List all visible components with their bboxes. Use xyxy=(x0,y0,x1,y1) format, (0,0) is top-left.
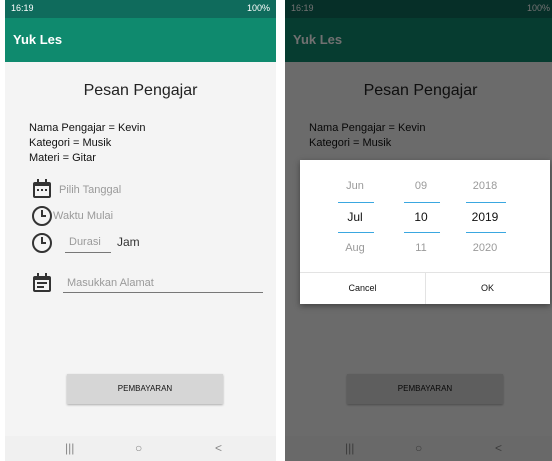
month-prev[interactable]: Jun xyxy=(330,180,380,192)
month-selection-line xyxy=(338,202,374,203)
year-selection-line xyxy=(466,232,506,233)
year-selected[interactable]: 2019 xyxy=(460,210,510,224)
clock-icon xyxy=(32,206,52,226)
nav-bar: ||| ○ < xyxy=(5,436,276,461)
day-prev[interactable]: 09 xyxy=(396,180,446,192)
pay-button[interactable]: PEMBAYARAN xyxy=(67,374,223,404)
year-selection-line xyxy=(466,202,506,203)
day-selected[interactable]: 10 xyxy=(396,210,446,224)
home-button[interactable]: ○ xyxy=(135,441,142,455)
app-bar: Yuk Les xyxy=(5,18,276,62)
ok-button[interactable]: OK xyxy=(425,272,550,304)
date-input[interactable]: Pilih Tanggal xyxy=(59,184,121,196)
address-underline xyxy=(63,292,263,293)
page-title: Pesan Pengajar xyxy=(83,82,198,99)
day-selection-line xyxy=(404,232,440,233)
cancel-button[interactable]: Cancel xyxy=(300,272,425,304)
day-selection-line xyxy=(404,202,440,203)
status-time: 16:19 xyxy=(11,3,34,13)
booking-form: Pesan Pengajar Nama Pengajar = Kevin Kat… xyxy=(5,62,276,436)
back-button[interactable]: < xyxy=(215,441,222,455)
duration-underline xyxy=(65,252,111,253)
address-icon xyxy=(33,273,51,292)
teacher-name: Nama Pengajar = Kevin xyxy=(29,122,146,134)
subject: Materi = Gitar xyxy=(29,152,96,164)
duration-unit: Jam xyxy=(117,235,140,249)
day-next[interactable]: 11 xyxy=(396,242,446,254)
month-next[interactable]: Aug xyxy=(330,242,380,254)
status-icons: 100% xyxy=(246,3,270,13)
screen-date-picker: 16:19 100% Yuk Les Pesan Pengajar Nama P… xyxy=(285,0,552,461)
screen-booking-form: 16:19 100% Yuk Les Pesan Pengajar Nama P… xyxy=(5,0,276,461)
start-time-input[interactable]: Waktu Mulai xyxy=(53,210,113,222)
category: Kategori = Musik xyxy=(29,137,112,149)
clock-icon xyxy=(32,233,52,253)
year-prev[interactable]: 2018 xyxy=(460,180,510,192)
status-bar: 16:19 100% xyxy=(5,0,276,18)
month-selected[interactable]: Jul xyxy=(330,210,380,224)
month-selection-line xyxy=(338,232,374,233)
recents-button[interactable]: ||| xyxy=(65,441,74,455)
address-input[interactable]: Masukkan Alamat xyxy=(67,277,154,289)
duration-input[interactable]: Durasi xyxy=(69,236,101,248)
year-next[interactable]: 2020 xyxy=(460,242,510,254)
date-picker-dialog: Jun Jul Aug 09 10 11 2018 2019 2020 Canc… xyxy=(300,160,550,304)
calendar-icon xyxy=(33,179,51,198)
app-title: Yuk Les xyxy=(13,32,63,47)
